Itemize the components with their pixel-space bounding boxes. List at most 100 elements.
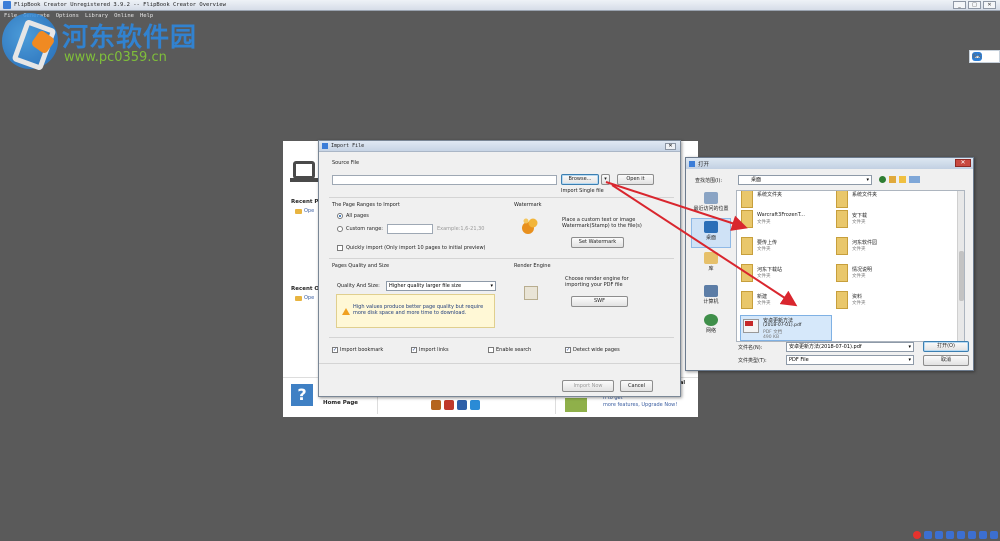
- look-in-select[interactable]: 桌面: [738, 175, 872, 185]
- place-libraries[interactable]: 库: [691, 252, 731, 272]
- side-badge[interactable]: ☁ 相关: [969, 50, 1000, 63]
- look-in-toolbar: [879, 176, 920, 183]
- maximize-button[interactable]: □: [968, 1, 981, 9]
- tray-icon-1[interactable]: [924, 531, 932, 539]
- page-ranges-label: The Page Ranges to Import: [332, 202, 400, 208]
- facebook-icon[interactable]: [457, 400, 467, 410]
- place-desktop[interactable]: 桌面: [691, 218, 731, 248]
- custom-range-radio[interactable]: [337, 226, 343, 232]
- site-watermark: 河东软件园 www.pc0359.cn: [0, 5, 215, 69]
- upgrade-image: [565, 398, 587, 412]
- import-links-checkbox[interactable]: ✓: [411, 347, 417, 353]
- recent-projects-open[interactable]: Ope: [295, 208, 314, 214]
- help-icon[interactable]: ?: [291, 384, 313, 406]
- set-watermark-button[interactable]: Set Watermark: [571, 237, 624, 248]
- close-button[interactable]: ✕: [983, 1, 996, 9]
- sogou-ime-icon[interactable]: [913, 531, 921, 539]
- libraries-icon: [704, 252, 718, 264]
- open-cancel-button[interactable]: 取消: [923, 355, 969, 366]
- folder-icon: [836, 210, 848, 228]
- place-computer[interactable]: 计算机: [691, 285, 731, 305]
- tray-icon-7[interactable]: [990, 531, 998, 539]
- filename-label: 文件名(N):: [738, 345, 763, 351]
- app-icon: [322, 143, 328, 149]
- list-item[interactable]: 河东下载站 文件夹: [741, 263, 831, 285]
- list-item[interactable]: Warcraft3FrozenT... 文件夹: [741, 209, 831, 231]
- upgrade-text[interactable]: n to get more features, Upgrade Now!: [603, 395, 677, 409]
- import-dialog-title: Import File: [331, 143, 365, 149]
- recent-output-open[interactable]: Ope: [295, 295, 314, 301]
- twitter-icon[interactable]: [470, 400, 480, 410]
- social-icon-2[interactable]: [444, 400, 454, 410]
- browse-dropdown-button[interactable]: ▾: [601, 174, 610, 185]
- render-engine-description: Choose render engine for importing your …: [565, 276, 629, 288]
- folder-icon: [741, 191, 753, 208]
- list-item[interactable]: 河东软件园 文件夹: [836, 236, 926, 258]
- list-item[interactable]: 资料 文件夹: [836, 290, 926, 312]
- quality-and-size-label: Quality And Size:: [337, 283, 380, 289]
- tray-icon-3[interactable]: [946, 531, 954, 539]
- custom-range-input[interactable]: [387, 224, 433, 234]
- side-badge-label: 相关: [972, 54, 983, 60]
- enable-search-checkbox[interactable]: [488, 347, 494, 353]
- list-item[interactable]: 安下载 文件夹: [836, 209, 926, 231]
- divider: [329, 337, 674, 338]
- browse-button[interactable]: Browse...: [561, 174, 599, 185]
- quality-select[interactable]: Higher quality larger file size: [386, 281, 496, 291]
- import-links-label: Import links: [419, 347, 449, 353]
- import-single-file-label: Import Single file: [561, 188, 604, 194]
- view-menu-icon[interactable]: [909, 176, 920, 183]
- tray-icon-6[interactable]: [979, 531, 987, 539]
- back-icon[interactable]: [879, 176, 886, 183]
- microphone-icon[interactable]: [957, 531, 965, 539]
- pdf-file-item[interactable]: 安卓更新方法 (2018-07-01).pdf PDF 文档 490 KB: [740, 315, 832, 341]
- app-icon: [689, 160, 695, 167]
- cancel-button[interactable]: Cancel: [620, 380, 653, 392]
- watermark-label: Watermark: [514, 202, 542, 208]
- social-icons: [431, 400, 480, 410]
- folder-icon: [836, 264, 848, 282]
- open-it-button[interactable]: Open it: [617, 174, 654, 185]
- detect-wide-pages-checkbox[interactable]: ✓: [565, 347, 571, 353]
- swf-button[interactable]: SWF: [571, 296, 628, 307]
- custom-range-example: Example:1,6-21,30: [437, 226, 485, 232]
- filename-input[interactable]: 安卓更新方法(2018-07-01).pdf: [786, 342, 914, 352]
- quality-warning-box: High values produce better page quality …: [336, 294, 495, 328]
- list-item[interactable]: 情况说明 文件夹: [836, 263, 926, 285]
- new-folder-icon[interactable]: [899, 176, 906, 183]
- place-network[interactable]: 网络: [691, 314, 731, 334]
- open-dialog-titlebar: 打开 ✕: [686, 158, 973, 169]
- list-item[interactable]: 要传上传 文件夹: [741, 236, 831, 258]
- up-folder-icon[interactable]: [889, 176, 896, 183]
- filetype-select[interactable]: PDF File: [786, 355, 914, 365]
- source-file-label: Source File: [332, 160, 360, 166]
- quickly-import-checkbox[interactable]: [337, 245, 343, 251]
- list-item[interactable]: 系统文件夹: [741, 191, 831, 211]
- enable-search-label: Enable search: [496, 347, 532, 353]
- list-item[interactable]: 新建 文件夹: [741, 290, 831, 312]
- watermark-stamp-icon: [522, 218, 538, 234]
- divider: [329, 197, 674, 198]
- folder-icon: [295, 295, 302, 301]
- social-icon-1[interactable]: [431, 400, 441, 410]
- scrollbar-thumb[interactable]: [959, 251, 964, 301]
- file-list-scrollbar[interactable]: [957, 191, 964, 341]
- folder-icon: [836, 291, 848, 309]
- file-list: 系统文件夹 系统文件夹 Warcraft3FrozenT... 文件夹 安下载 …: [736, 190, 965, 342]
- keyboard-icon[interactable]: [968, 531, 976, 539]
- all-pages-radio[interactable]: [337, 213, 343, 219]
- quality-section-label: Pages Quality and Size: [332, 263, 390, 269]
- close-icon[interactable]: ✕: [665, 143, 676, 150]
- open-button[interactable]: 打开(O): [923, 341, 969, 352]
- network-icon: [704, 314, 718, 326]
- divider: [319, 363, 680, 364]
- import-bookmark-checkbox[interactable]: ✓: [332, 347, 338, 353]
- close-icon[interactable]: ✕: [955, 159, 971, 167]
- import-now-button[interactable]: Import Now: [562, 380, 614, 392]
- home-page-link[interactable]: Home Page: [323, 400, 358, 406]
- minimize-button[interactable]: _: [953, 1, 966, 9]
- source-file-input[interactable]: [332, 175, 557, 185]
- place-recent[interactable]: 最近访问的位置: [691, 192, 731, 212]
- list-item[interactable]: 系统文件夹: [836, 191, 926, 211]
- tray-icon-2[interactable]: [935, 531, 943, 539]
